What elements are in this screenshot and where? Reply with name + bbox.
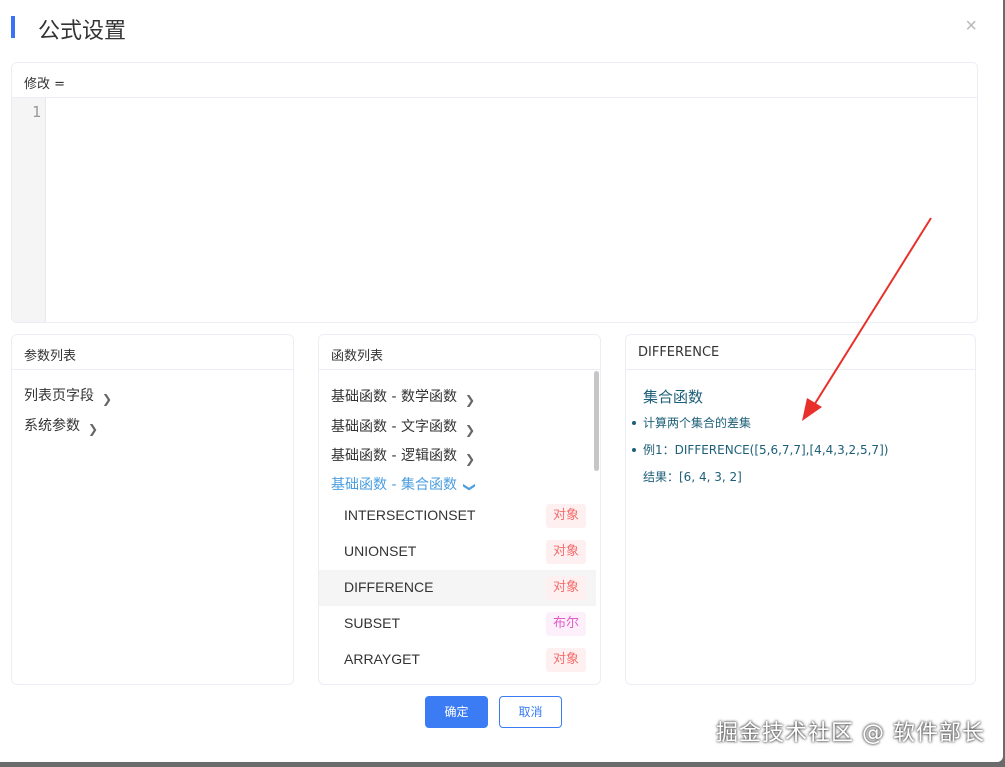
doc-example: 例1：DIFFERENCE([5,6,7,7],[4,4,3,2,5,7]) [632,441,888,458]
dialog-title: 公式设置 [38,19,127,44]
params-panel-title: 参数列表 [12,335,293,370]
bullet-dot [632,421,636,425]
bullet-dot [632,448,636,452]
function-item-subset[interactable]: SUBSET 布尔 [319,606,596,642]
chevron-down-icon: ❯ [462,481,477,493]
function-group-label: 基础函数 - 集合函数 [331,477,457,493]
close-icon[interactable]: × [965,16,977,36]
function-item-unionset[interactable]: UNIONSET 对象 [319,534,596,570]
functions-panel-title: 函数列表 [319,335,600,370]
chevron-right-icon: ❯ [102,392,113,406]
doc-category: 集合函数 [643,388,704,406]
param-item-label: 列表页字段 [24,388,94,404]
param-item-system-params[interactable]: 系统参数 ❯ [24,415,99,436]
param-item-label: 系统参数 [24,418,80,434]
return-type-badge: 对象 [545,648,586,672]
line-number: 1 [31,103,41,121]
function-group-logic[interactable]: 基础函数 - 逻辑函数 ❯ [331,445,476,466]
editor-body: 1 [12,98,977,322]
formula-editor: 修改 = 1 [11,62,978,323]
functions-panel: 函数列表 基础函数 - 数学函数 ❯ 基础函数 - 文字函数 ❯ 基础函数 - 逻辑… [318,334,601,685]
chevron-right-icon: ❯ [464,452,476,466]
dialog-header: 公式设置 × [0,0,1003,56]
function-item-arrayget[interactable]: ARRAYGET 对象 [319,642,596,678]
chevron-right-icon: ❯ [464,393,476,407]
function-group-label: 基础函数 - 文字函数 [331,419,457,435]
chevron-right-icon: ❯ [88,422,99,436]
function-name: SUBSET [344,615,401,631]
function-group-set[interactable]: 基础函数 - 集合函数 ❯ [331,474,477,494]
formula-settings-dialog: 公式设置 × 修改 = 1 参数列表 列表页字段 ❯ 系统参数 ❯ 函数列表 基础函… [0,0,1003,762]
function-name: INTERSECTIONSET [344,507,476,523]
doc-example-text: 例1：DIFFERENCE([5,6,7,7],[4,4,3,2,5,7]) [643,443,889,457]
code-input-area[interactable] [46,98,977,322]
return-type-badge: 对象 [545,576,586,600]
function-group-label: 基础函数 - 逻辑函数 [331,448,457,464]
editor-header-label: 修改 = [12,63,977,98]
doc-result: 结果：[6, 4, 3, 2] [643,470,742,484]
title-accent-bar [11,16,15,38]
doc-panel-title: DIFFERENCE [626,335,975,370]
function-doc-panel: DIFFERENCE 集合函数 计算两个集合的差集 例1：DIFFERENCE(… [625,334,976,685]
doc-description: 计算两个集合的差集 [632,414,751,431]
function-item-difference[interactable]: DIFFERENCE 对象 [319,570,596,606]
return-type-badge: 对象 [545,540,586,564]
functions-scrollbar[interactable] [594,371,599,471]
line-gutter: 1 [12,98,46,322]
chevron-right-icon: ❯ [464,423,476,437]
function-name: ARRAYGET [344,651,420,667]
cancel-button[interactable]: 取消 [499,696,562,728]
confirm-button[interactable]: 确定 [425,696,488,728]
param-item-list-fields[interactable]: 列表页字段 ❯ [24,385,113,406]
return-type-badge: 布尔 [545,612,586,636]
params-panel: 参数列表 列表页字段 ❯ 系统参数 ❯ [11,334,294,685]
function-group-math[interactable]: 基础函数 - 数学函数 ❯ [331,386,476,407]
function-group-label: 基础函数 - 数学函数 [331,389,457,405]
watermark: 掘金技术社区 @ 软件部长 [716,721,985,746]
function-item-intersectionset[interactable]: INTERSECTIONSET 对象 [319,498,596,534]
doc-description-text: 计算两个集合的差集 [643,416,752,430]
function-group-text[interactable]: 基础函数 - 文字函数 ❯ [331,416,476,437]
return-type-badge: 对象 [545,504,586,528]
function-name: UNIONSET [344,543,417,559]
function-name: DIFFERENCE [344,579,434,595]
